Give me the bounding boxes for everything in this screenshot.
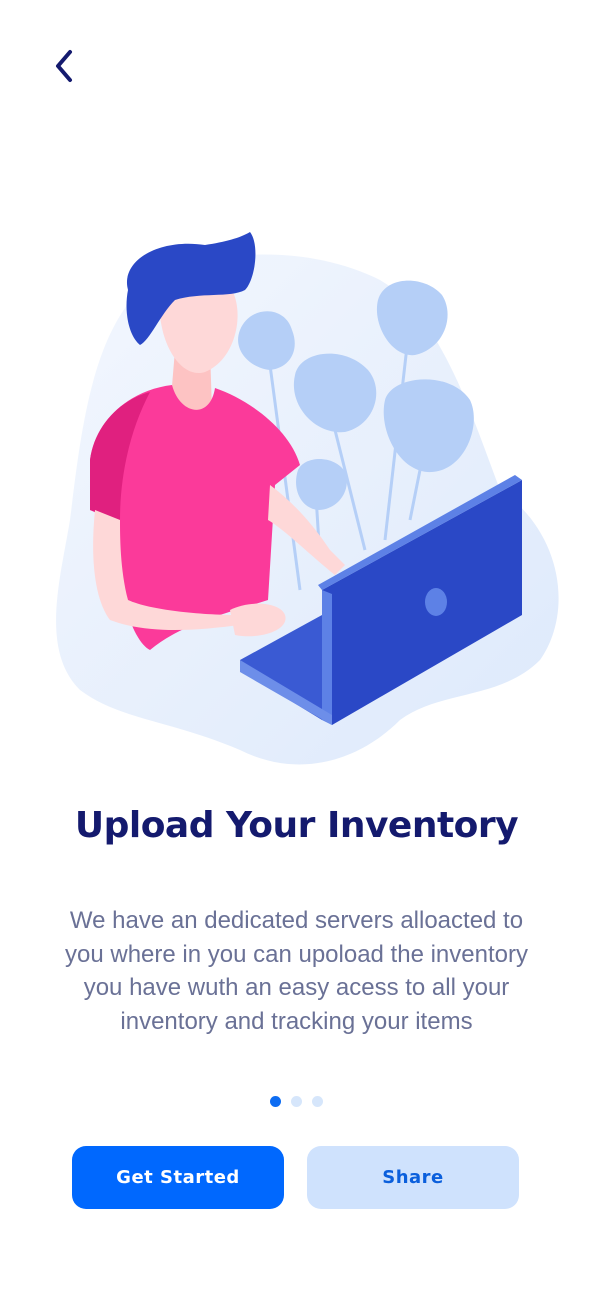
get-started-button[interactable]: Get Started [72, 1146, 284, 1209]
onboarding-illustration [56, 232, 559, 765]
page-indicator [0, 1096, 593, 1108]
page-dot-active[interactable] [270, 1096, 281, 1107]
onboarding-description: We have an dedicated servers alloacted t… [65, 907, 528, 1035]
back-button[interactable] [44, 44, 84, 88]
page-title: Upload Your Inventory [74, 805, 519, 846]
page-dot[interactable] [291, 1096, 302, 1107]
share-button[interactable]: Share [307, 1146, 519, 1209]
page-dot[interactable] [312, 1096, 323, 1107]
chevron-left-icon [56, 50, 72, 82]
